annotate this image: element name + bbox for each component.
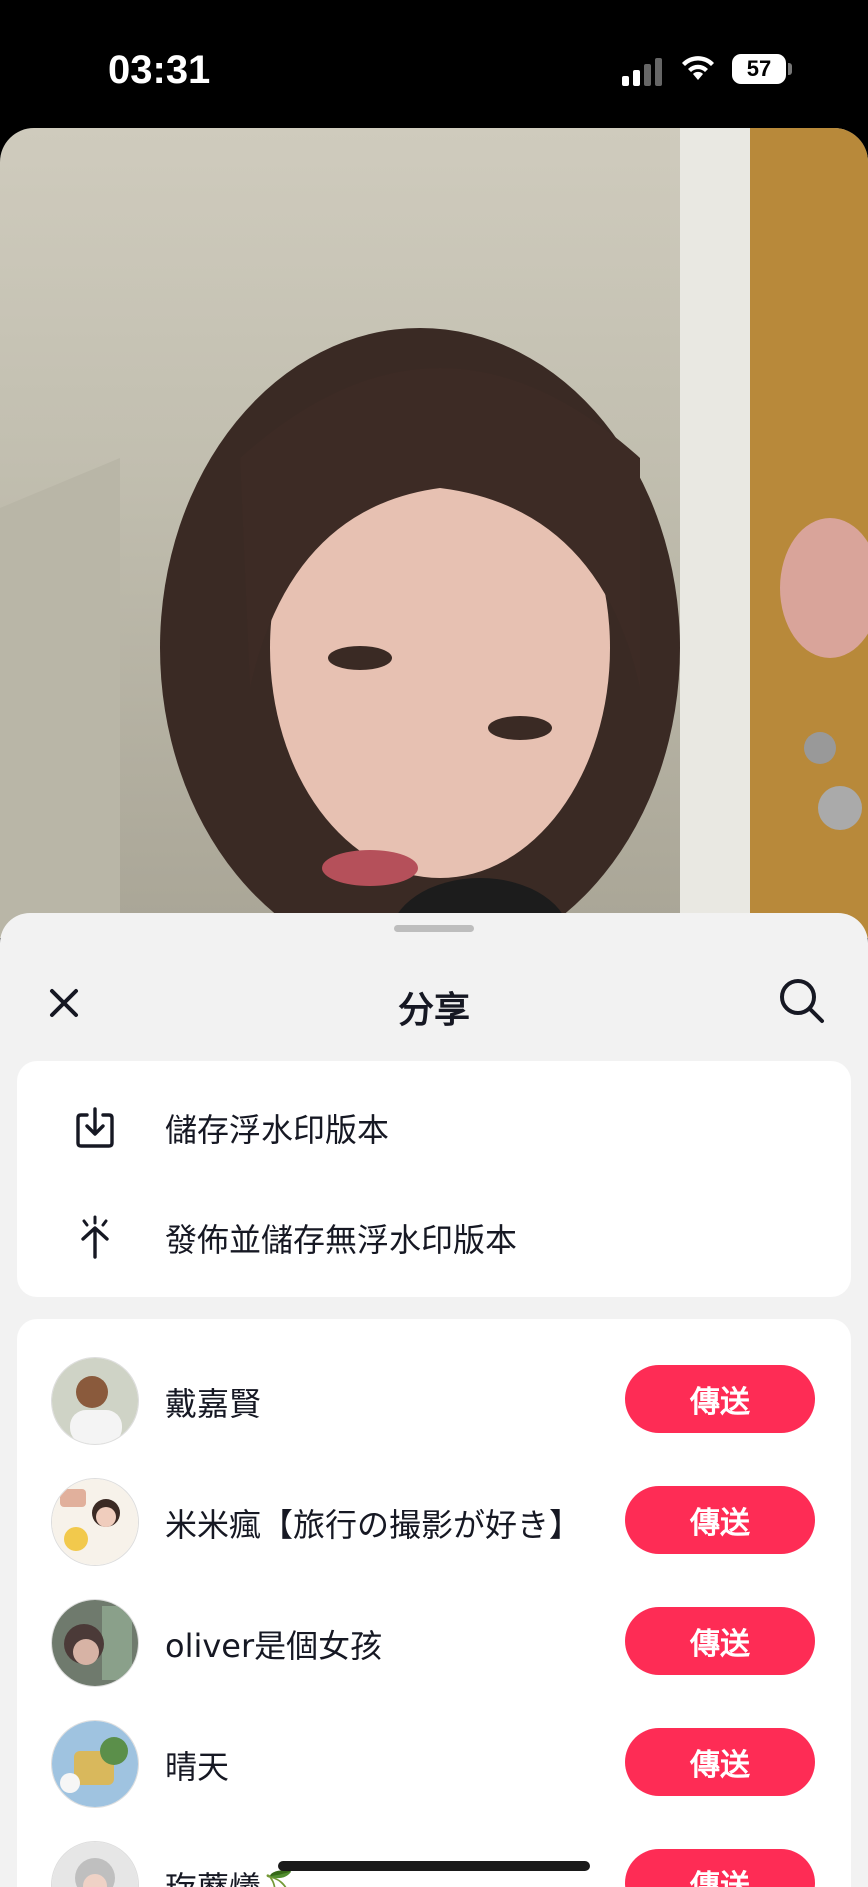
battery-level: 57: [746, 56, 772, 81]
friends-list: 戴嘉賢 傳送 米米瘋【旅行の撮影が好き】 傳送 oliver是個女孩 傳送 晴天…: [17, 1319, 851, 1887]
save-options-card: 儲存浮水印版本 發佈並儲存無浮水印版本: [17, 1061, 851, 1297]
list-item[interactable]: 戴嘉賢 傳送: [17, 1349, 851, 1449]
avatar[interactable]: [51, 1357, 139, 1445]
battery-nub: [788, 63, 792, 75]
avatar[interactable]: [51, 1720, 139, 1808]
sheet-title: 分享: [397, 990, 470, 1031]
friend-name: 戴嘉賢: [165, 1385, 262, 1423]
home-indicator: [278, 1861, 590, 1871]
search-icon: [780, 979, 824, 1023]
save-with-watermark-option[interactable]: 儲存浮水印版本: [17, 1075, 851, 1175]
avatar[interactable]: [51, 1841, 139, 1887]
wifi-icon: [682, 56, 714, 80]
list-item[interactable]: 琁蘼爔🍒 傳送: [17, 1833, 851, 1887]
send-button[interactable]: 傳送: [625, 1607, 815, 1675]
video-preview[interactable]: [0, 128, 868, 938]
friend-name: 米米瘋【旅行の撮影が好き】: [165, 1506, 582, 1544]
list-item[interactable]: 米米瘋【旅行の撮影が好き】 傳送: [17, 1470, 851, 1570]
sparkle-arrow-icon: [81, 1215, 109, 1259]
drag-handle[interactable]: [394, 925, 474, 932]
list-item[interactable]: 晴天 傳送: [17, 1712, 851, 1812]
signal-icon: [622, 58, 662, 86]
send-button[interactable]: 傳送: [625, 1728, 815, 1796]
avatar[interactable]: [51, 1599, 139, 1687]
friend-name: 晴天: [165, 1748, 230, 1786]
friend-name: oliver是個女孩: [165, 1627, 383, 1665]
list-item[interactable]: oliver是個女孩 傳送: [17, 1591, 851, 1691]
share-sheet: 分享 儲存浮水印版本 發佈並儲存無浮水印版本 戴嘉賢 傳送 米米瘋【旅行の撮影が…: [0, 913, 868, 1887]
download-icon: [76, 1107, 114, 1148]
post-and-save-option[interactable]: 發佈並儲存無浮水印版本: [17, 1185, 851, 1285]
save-with-watermark-label: 儲存浮水印版本: [165, 1111, 390, 1149]
status-time: 03:31: [108, 48, 211, 92]
avatar[interactable]: [51, 1478, 139, 1566]
status-bar: 03:31 57: [0, 0, 868, 128]
search-button[interactable]: [776, 975, 828, 1027]
post-and-save-label: 發佈並儲存無浮水印版本: [165, 1221, 518, 1259]
send-button[interactable]: 傳送: [625, 1486, 815, 1554]
battery-icon: 57: [732, 54, 786, 84]
send-button[interactable]: 傳送: [625, 1365, 815, 1433]
send-button[interactable]: 傳送: [625, 1849, 815, 1887]
video-frame-illustration: [0, 128, 868, 938]
